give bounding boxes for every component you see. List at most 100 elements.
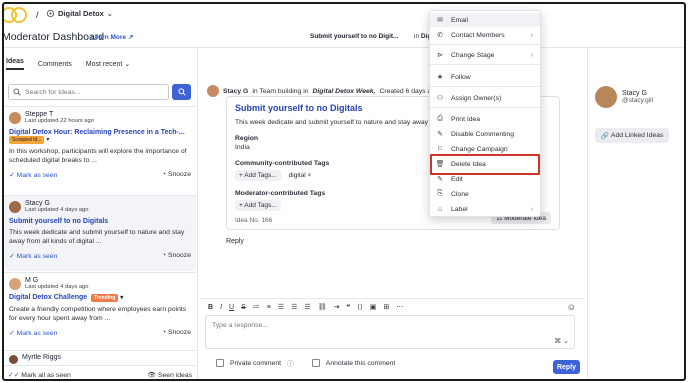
menu-item-email[interactable]: ✉ Email	[430, 13, 540, 27]
align-left-icon[interactable]: ☰	[278, 303, 284, 311]
add-mod-tags-button[interactable]: + Add Tags...	[235, 200, 281, 211]
menu-item-disable-commenting[interactable]: ✎ Disable Commenting	[430, 127, 540, 141]
link-icon[interactable]: ⛓	[318, 303, 327, 311]
snooze-button[interactable]: ◔ Snooze	[162, 329, 191, 337]
chevron-right-icon: ›	[530, 205, 533, 213]
align-right-icon[interactable]: ☰	[304, 303, 310, 311]
info-icon[interactable]: ⓘ	[287, 358, 294, 368]
menu-item-assign-owners[interactable]: ⚇ Assign Owner(s)	[430, 91, 540, 105]
mark-all-seen-button[interactable]: ✓✓ Mark all as seen	[8, 371, 71, 379]
annotate-checkbox[interactable]	[311, 359, 320, 367]
crumb-idea-title: Submit yourself to no Digit...	[310, 33, 399, 40]
chevron-down-icon[interactable]: ▾	[46, 137, 49, 143]
tag-label: digital	[288, 172, 306, 179]
tag-chip[interactable]: digital ×	[289, 172, 312, 179]
user-icon: ⚇	[436, 95, 444, 102]
check-all-icon: ✓✓	[8, 371, 20, 379]
indent-icon[interactable]: ⇥	[334, 303, 340, 311]
underline-icon[interactable]: U	[229, 304, 234, 311]
emoji-icon[interactable]: ☺	[567, 302, 576, 312]
learn-more-link[interactable]: Learn More ↗	[91, 33, 134, 42]
idea-actions-menu: ✉ Email ✆ Contact Members › ⊳ Change Stage › …	[429, 10, 541, 217]
idea-card[interactable]: M G Last updated 4 days ago Digital Deto…	[4, 272, 196, 350]
idea-card-selected[interactable]: Stacy G Last updated 4 days ago Submit y…	[4, 195, 196, 271]
add-linked-label: Add Linked Ideas	[610, 132, 664, 139]
idea-card[interactable]: Myrtle Riggs	[4, 350, 196, 366]
menu-label: Email	[451, 16, 468, 24]
author-profile[interactable]: Stacy G @stacy.gill	[595, 86, 653, 108]
avatar	[9, 112, 21, 124]
menu-label: Print Idea	[451, 115, 481, 123]
app-window: / Digital Detox ⌄ Moderator Dashboard Le…	[2, 2, 686, 381]
align-center-icon[interactable]: ☰	[291, 303, 297, 311]
seen-ideas-button[interactable]: 👁 Seen ideas	[147, 371, 192, 379]
italic-icon[interactable]: I	[220, 304, 222, 311]
add-linked-ideas-button[interactable]: 🔗 Add Linked Ideas	[595, 128, 669, 143]
eye-icon: 👁	[147, 371, 157, 379]
private-comment-checkbox[interactable]	[216, 359, 224, 367]
bold-icon[interactable]: B	[208, 304, 213, 311]
logo-icon[interactable]	[2, 6, 30, 24]
learn-more-label: Learn More	[91, 33, 127, 41]
response-textarea[interactable]: Type a response... ⌘ ⌄	[205, 315, 575, 349]
snooze-label: Snooze	[167, 171, 191, 178]
search-icon	[177, 88, 186, 96]
snooze-button[interactable]: ◔ Snooze	[162, 171, 191, 179]
strikethrough-icon[interactable]: S	[241, 304, 246, 311]
edit-icon: ✎	[437, 176, 443, 183]
card-title[interactable]: Digital Detox Hour: Reclaiming Presence …	[9, 129, 191, 136]
post-author[interactable]: Stacy G	[223, 88, 248, 95]
add-tags-button[interactable]: + Add Tags...	[235, 170, 281, 181]
phone-icon: ✆	[437, 32, 443, 39]
mark-label: Mark as seen	[16, 330, 58, 337]
card-title[interactable]: Submit yourself to no Digitals	[9, 218, 191, 225]
breadcrumb-idea[interactable]: Submit yourself to no Digit...	[310, 33, 398, 40]
more-icon[interactable]: ⋯	[396, 303, 403, 311]
menu-label: Label	[451, 205, 468, 213]
avatar	[9, 355, 18, 364]
workspace-switcher[interactable]: Digital Detox ⌄	[46, 9, 113, 18]
snooze-button[interactable]: ◔ Snooze	[162, 252, 191, 260]
menu-item-change-stage[interactable]: ⊳ Change Stage ›	[430, 48, 540, 62]
menu-label: Clone	[451, 190, 469, 198]
stage-icon: ⊳	[437, 52, 443, 59]
ordered-list-icon[interactable]: ≔	[253, 303, 260, 311]
card-updated: Last updated 4 days ago	[25, 284, 89, 290]
chevron-down-icon[interactable]: ▾	[120, 295, 123, 301]
menu-item-label[interactable]: ⌂ Label ›	[430, 202, 540, 216]
close-icon[interactable]: ×	[307, 172, 311, 179]
tab-comments[interactable]: Comments	[38, 61, 72, 68]
idea-card[interactable]: Steppe T Last updated 22 hours ago Digit…	[4, 106, 196, 200]
menu-divider	[430, 44, 540, 45]
ai-assist-icon[interactable]: ⌘ ⌄	[554, 337, 569, 345]
workspace-icon	[46, 9, 55, 18]
reply-link[interactable]: Reply	[226, 238, 244, 245]
print-icon: ⎙	[437, 115, 443, 122]
divider	[197, 48, 198, 379]
breadcrumb-separator: /	[36, 10, 39, 20]
code-icon[interactable]: ⟨⟩	[357, 303, 362, 311]
image-icon[interactable]: ▣	[370, 303, 377, 311]
mail-icon: ✉	[437, 17, 443, 24]
bullet-list-icon[interactable]: ≡	[267, 304, 271, 311]
post-campaign[interactable]: Digital Detox Week,	[313, 88, 376, 95]
search-button[interactable]	[172, 84, 191, 100]
table-icon[interactable]: ⊞	[383, 303, 389, 311]
menu-item-follow[interactable]: ★ Follow	[430, 70, 540, 84]
menu-label: Change Campaign	[451, 145, 508, 153]
card-title[interactable]: Digital Detox Challenge	[9, 294, 87, 301]
menu-item-clone[interactable]: ⎘ Clone	[430, 187, 540, 201]
menu-label: Change Stage	[451, 51, 495, 59]
mark-as-seen-button[interactable]: ✓ Mark as seen	[9, 252, 57, 260]
menu-item-contact-members[interactable]: ✆ Contact Members ›	[430, 28, 540, 42]
card-updated: Last updated 22 hours ago	[25, 118, 94, 124]
tab-ideas[interactable]: Ideas	[6, 58, 24, 70]
menu-divider	[430, 64, 540, 65]
mark-as-seen-button[interactable]: ✓ Mark as seen	[9, 329, 57, 337]
sort-dropdown[interactable]: Most recent ⌄	[86, 60, 130, 68]
reply-button[interactable]: Reply	[553, 360, 580, 374]
quote-icon[interactable]: ❝	[346, 303, 350, 311]
search-input[interactable]: Search for Ideas...	[8, 84, 169, 100]
mark-as-seen-button[interactable]: ✓ Mark as seen	[9, 171, 57, 179]
menu-item-print-idea[interactable]: ⎙ Print Idea	[430, 112, 540, 126]
